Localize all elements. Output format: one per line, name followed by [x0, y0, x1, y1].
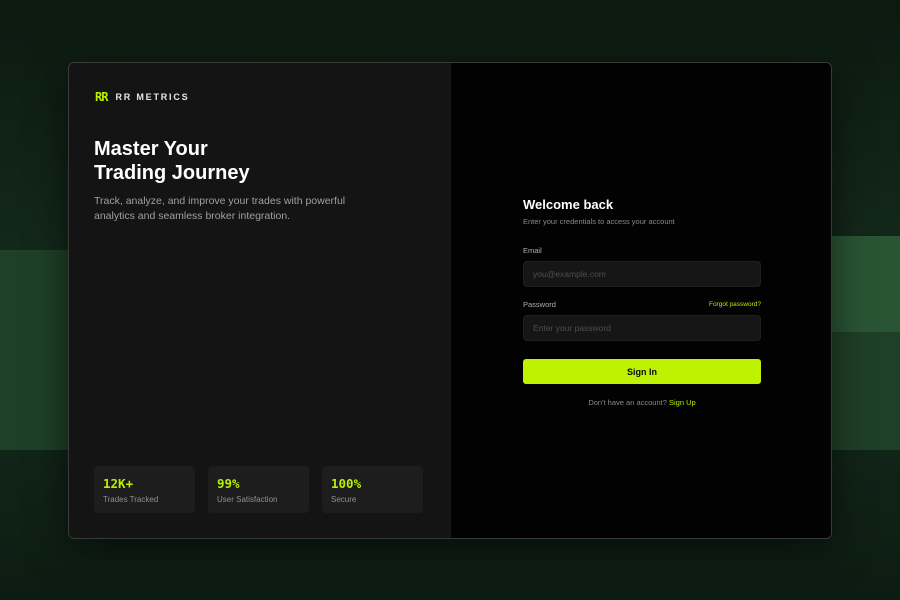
- login-window: RR RR METRICS Master Your Trading Journe…: [68, 62, 832, 539]
- stat-label: User Satisfaction: [217, 495, 278, 504]
- signup-prompt: Don't have an account?: [588, 398, 667, 407]
- signup-row: Don't have an account? Sign Up: [523, 398, 761, 407]
- background-band-left: [0, 250, 70, 450]
- stat-label: Secure: [331, 495, 357, 504]
- stats-row: 12K+ Trades Tracked 99% User Satisfactio…: [94, 466, 423, 513]
- brand-name: RR METRICS: [115, 92, 190, 102]
- form-subtitle: Enter your credentials to access your ac…: [523, 217, 675, 226]
- password-label: Password: [523, 300, 556, 309]
- forgot-password-link[interactable]: Forgot password?: [709, 301, 761, 308]
- brand-logo-icon: RR: [95, 90, 108, 104]
- form-title: Welcome back: [523, 197, 614, 212]
- hero-subtitle: Track, analyze, and improve your trades …: [94, 195, 346, 222]
- password-label-row: Password Forgot password?: [523, 300, 761, 309]
- background-band-right: [832, 332, 900, 450]
- stat-value: 100%: [331, 476, 362, 491]
- email-label-row: Email: [523, 246, 761, 255]
- password-input[interactable]: [523, 315, 761, 341]
- login-form: Welcome back Enter your credentials to a…: [523, 197, 761, 407]
- sign-in-button[interactable]: Sign In: [523, 359, 761, 384]
- email-input[interactable]: [523, 261, 761, 287]
- stat-value: 12K+: [103, 476, 134, 491]
- stat-label: Trades Tracked: [103, 495, 159, 504]
- hero-title: Master Your Trading Journey: [94, 137, 394, 185]
- stat-card-satisfaction: 99% User Satisfaction: [208, 466, 309, 513]
- marketing-panel: RR RR METRICS Master Your Trading Journe…: [69, 63, 451, 538]
- background-band-right-light: [832, 236, 900, 332]
- sign-up-link[interactable]: Sign Up: [669, 398, 696, 407]
- hero-title-line2: Trading Journey: [94, 162, 250, 184]
- stat-card-secure: 100% Secure: [322, 466, 423, 513]
- email-label: Email: [523, 246, 542, 255]
- stat-value: 99%: [217, 476, 240, 491]
- brand: RR RR METRICS: [95, 90, 189, 104]
- stat-card-trades: 12K+ Trades Tracked: [94, 466, 195, 513]
- login-panel: Welcome back Enter your credentials to a…: [451, 63, 831, 538]
- hero-title-line1: Master Your: [94, 138, 208, 160]
